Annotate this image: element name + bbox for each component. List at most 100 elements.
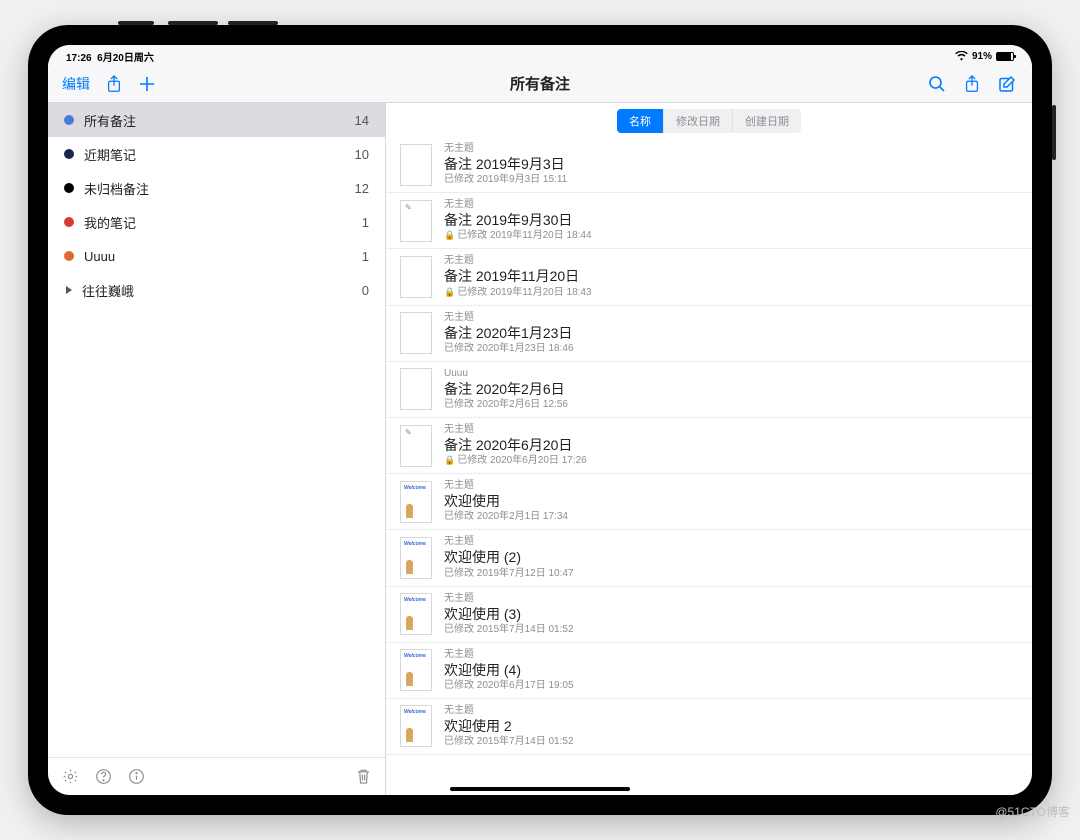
note-modified: 已修改 2020年6月17日 19:05 <box>444 680 1018 692</box>
note-subject: 无主题 <box>444 705 1018 717</box>
watermark: @51CTO博客 <box>995 803 1070 820</box>
note-modified: 已修改 2015年7月14日 01:52 <box>444 736 1018 748</box>
folder-count: 10 <box>355 147 369 162</box>
note-modified: 已修改 2020年2月6日 12:56 <box>444 399 1018 411</box>
note-modified: 已修改 2015年7月14日 01:52 <box>444 624 1018 636</box>
note-thumbnail <box>400 649 432 691</box>
note-subject: 无主题 <box>444 143 1018 155</box>
hw-button <box>168 21 218 25</box>
note-thumbnail <box>400 537 432 579</box>
segment-modified[interactable]: 修改日期 <box>664 109 733 133</box>
lock-icon: 🔒 <box>444 287 455 297</box>
toolbar: 编辑 所有备注 <box>48 65 1032 103</box>
note-title: 备注 2020年6月20日 <box>444 436 1018 454</box>
folder-name: Uuuu <box>84 249 362 264</box>
note-subject: 无主题 <box>444 199 1018 211</box>
hw-button <box>1052 105 1056 160</box>
note-item[interactable]: 无主题备注 2020年6月20日🔒已修改 2020年6月20日 17:26 <box>386 418 1032 474</box>
folder-item[interactable]: 未归档备注12 <box>48 171 385 205</box>
note-subject: 无主题 <box>444 255 1018 267</box>
note-thumbnail <box>400 705 432 747</box>
folder-item[interactable]: 往往巍峨0 <box>48 273 385 307</box>
page-title: 所有备注 <box>510 73 570 94</box>
note-info: 无主题备注 2020年1月23日已修改 2020年1月23日 18:46 <box>444 312 1018 355</box>
note-title: 欢迎使用 2 <box>444 717 1018 735</box>
status-right: 91% <box>955 51 1014 62</box>
folder-color-dot <box>64 183 74 193</box>
note-item[interactable]: 无主题备注 2019年9月3日已修改 2019年9月3日 15:11 <box>386 137 1032 193</box>
folder-name: 我的笔记 <box>84 213 362 232</box>
folder-item[interactable]: 所有备注14 <box>48 103 385 137</box>
note-thumbnail <box>400 312 432 354</box>
sidebar: 所有备注14近期笔记10未归档备注12我的笔记1Uuuu1往往巍峨0 <box>48 103 386 795</box>
note-item[interactable]: 无主题备注 2019年11月20日 🔒已修改 2019年11月20日 18:43 <box>386 249 1032 305</box>
folder-count: 12 <box>355 181 369 196</box>
trash-button[interactable] <box>356 768 371 785</box>
folder-count: 1 <box>362 249 369 264</box>
note-title: 备注 2020年2月6日 <box>444 380 1018 398</box>
note-subject: 无主题 <box>444 593 1018 605</box>
note-modified: 🔒已修改 2019年11月20日 18:44 <box>444 230 1018 242</box>
note-info: Uuuu备注 2020年2月6日已修改 2020年2月6日 12:56 <box>444 368 1018 411</box>
note-item[interactable]: 无主题备注 2020年1月23日已修改 2020年1月23日 18:46 <box>386 306 1032 362</box>
segment-created[interactable]: 创建日期 <box>733 109 801 133</box>
folder-item[interactable]: Uuuu1 <box>48 239 385 273</box>
folder-item[interactable]: 我的笔记1 <box>48 205 385 239</box>
note-thumbnail <box>400 425 432 467</box>
folder-count: 1 <box>362 215 369 230</box>
note-title: 备注 2019年9月3日 <box>444 155 1018 173</box>
note-item[interactable]: 无主题欢迎使用 2已修改 2015年7月14日 01:52 <box>386 699 1032 755</box>
note-subject: 无主题 <box>444 312 1018 324</box>
main: 所有备注14近期笔记10未归档备注12我的笔记1Uuuu1往往巍峨0 <box>48 103 1032 795</box>
note-modified: 🔒已修改 2019年11月20日 18:43 <box>444 287 1018 299</box>
hw-button <box>228 21 278 25</box>
share-button[interactable] <box>106 75 122 93</box>
folder-color-dot <box>64 217 74 227</box>
note-subject: 无主题 <box>444 424 1018 436</box>
note-thumbnail <box>400 368 432 410</box>
folder-color-dot <box>64 251 74 261</box>
note-thumbnail <box>400 481 432 523</box>
search-button[interactable] <box>928 75 946 93</box>
note-modified: 已修改 2020年1月23日 18:46 <box>444 343 1018 355</box>
note-item[interactable]: Uuuu备注 2020年2月6日已修改 2020年2月6日 12:56 <box>386 362 1032 418</box>
info-button[interactable] <box>128 768 145 785</box>
note-item[interactable]: 无主题欢迎使用 (2)已修改 2019年7月12日 10:47 <box>386 530 1032 586</box>
folder-color-dot <box>64 149 74 159</box>
folder-count: 14 <box>355 113 369 128</box>
segment-name[interactable]: 名称 <box>617 109 664 133</box>
note-title: 备注 2019年9月30日 <box>444 211 1018 229</box>
sidebar-footer <box>48 757 385 795</box>
note-info: 无主题备注 2019年9月3日已修改 2019年9月3日 15:11 <box>444 143 1018 186</box>
note-title: 备注 2020年1月23日 <box>444 324 1018 342</box>
note-item[interactable]: 无主题备注 2019年9月30日🔒已修改 2019年11月20日 18:44 <box>386 193 1032 249</box>
folder-list: 所有备注14近期笔记10未归档备注12我的笔记1Uuuu1往往巍峨0 <box>48 103 385 757</box>
wifi-icon <box>955 51 968 61</box>
note-item[interactable]: 无主题欢迎使用已修改 2020年2月1日 17:34 <box>386 474 1032 530</box>
settings-button[interactable] <box>62 768 79 785</box>
folder-name: 未归档备注 <box>84 179 355 198</box>
note-item[interactable]: 无主题欢迎使用 (4)已修改 2020年6月17日 19:05 <box>386 643 1032 699</box>
add-button[interactable] <box>138 75 156 93</box>
note-thumbnail <box>400 200 432 242</box>
note-list[interactable]: 无主题备注 2019年9月3日已修改 2019年9月3日 15:11无主题备注 … <box>386 137 1032 795</box>
note-info: 无主题欢迎使用 (4)已修改 2020年6月17日 19:05 <box>444 649 1018 692</box>
note-info: 无主题备注 2019年11月20日 🔒已修改 2019年11月20日 18:43 <box>444 255 1018 298</box>
folder-name: 所有备注 <box>84 111 355 130</box>
compose-button[interactable] <box>998 75 1016 93</box>
help-button[interactable] <box>95 768 112 785</box>
note-info: 无主题欢迎使用已修改 2020年2月1日 17:34 <box>444 480 1018 523</box>
folder-color-dot <box>64 115 74 125</box>
note-thumbnail <box>400 144 432 186</box>
note-info: 无主题欢迎使用 (3)已修改 2015年7月14日 01:52 <box>444 593 1018 636</box>
segment-control: 名称 修改日期 创建日期 <box>386 103 1032 137</box>
folder-item[interactable]: 近期笔记10 <box>48 137 385 171</box>
note-thumbnail <box>400 593 432 635</box>
export-button[interactable] <box>964 75 980 93</box>
note-title: 备注 2019年11月20日 <box>444 267 1018 285</box>
note-subject: 无主题 <box>444 480 1018 492</box>
lock-icon: 🔒 <box>444 230 455 240</box>
note-item[interactable]: 无主题欢迎使用 (3)已修改 2015年7月14日 01:52 <box>386 587 1032 643</box>
edit-button[interactable]: 编辑 <box>62 74 90 94</box>
note-modified: 🔒已修改 2020年6月20日 17:26 <box>444 455 1018 467</box>
